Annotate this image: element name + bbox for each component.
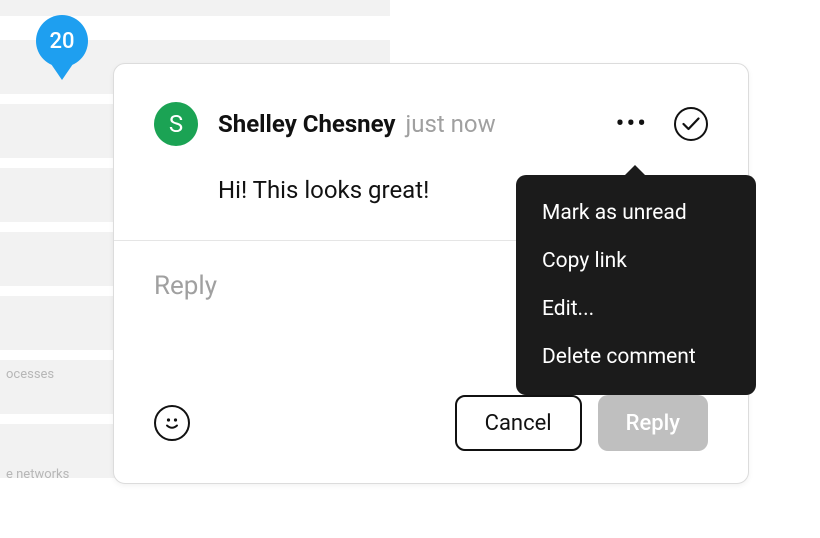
more-options-menu: Mark as unread Copy link Edit... Delete …	[516, 175, 756, 395]
menu-item-edit[interactable]: Edit...	[516, 285, 756, 333]
menu-item-delete[interactable]: Delete comment	[516, 333, 756, 381]
cancel-button[interactable]: Cancel	[455, 395, 582, 451]
timestamp: just now	[405, 110, 495, 138]
avatar-initial: S	[169, 110, 183, 138]
reply-button[interactable]: Reply	[598, 395, 708, 451]
author-name: Shelley Chesney	[218, 110, 396, 138]
pin-number: 20	[49, 29, 74, 54]
menu-item-copy-link[interactable]: Copy link	[516, 237, 756, 285]
avatar: S	[154, 102, 198, 146]
bg-label-processes: ocesses	[6, 367, 54, 382]
menu-item-mark-unread[interactable]: Mark as unread	[516, 189, 756, 237]
comment-header: S Shelley Chesney just now •••	[114, 64, 748, 146]
comment-pin-badge[interactable]: 20	[36, 15, 88, 67]
resolve-check-icon[interactable]	[674, 107, 708, 141]
bg-label-networks: e networks	[6, 467, 69, 482]
comment-footer: Cancel Reply	[114, 395, 748, 483]
author-line: Shelley Chesney just now	[218, 110, 496, 138]
emoji-picker-icon[interactable]	[154, 405, 190, 441]
header-actions: •••	[612, 107, 708, 141]
more-options-icon[interactable]: •••	[612, 107, 652, 141]
